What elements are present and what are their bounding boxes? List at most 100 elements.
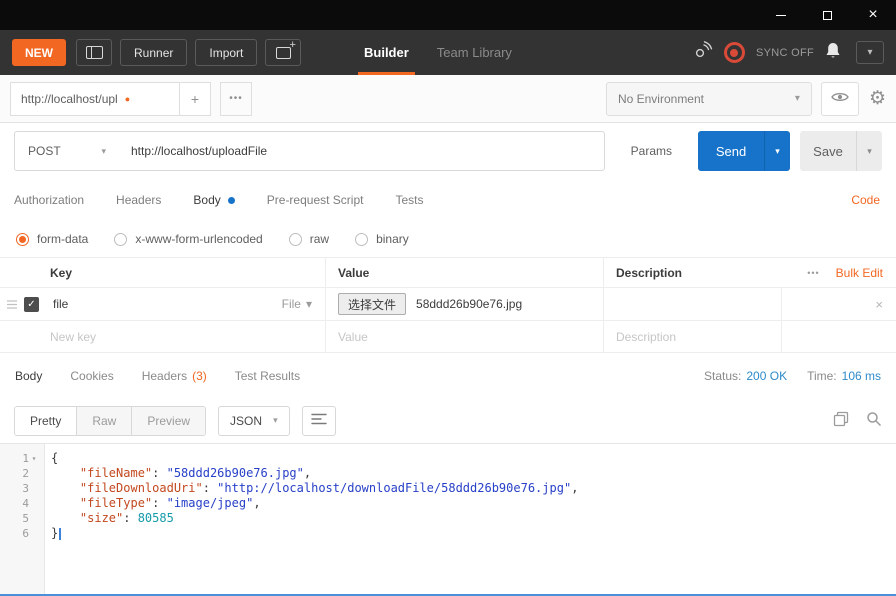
status-badge: 200 OK (746, 368, 788, 383)
radio-binary[interactable]: binary (355, 232, 409, 246)
tab-strip: http://localhost/upl ● + ••• No Environm… (0, 75, 896, 123)
request-editor-tabs: Authorization Headers Body Pre-request S… (0, 179, 896, 221)
radio-raw[interactable]: raw (288, 232, 329, 246)
radio-icon (114, 232, 128, 246)
tab-authorization[interactable]: Authorization (14, 193, 84, 207)
json-separator: : (202, 481, 218, 495)
line-number: 5 (22, 512, 29, 525)
format-select[interactable]: JSON ▾ (218, 405, 290, 436)
response-tab-cookies[interactable]: Cookies (70, 369, 113, 383)
response-tab-test-results[interactable]: Test Results (235, 369, 300, 383)
new-value-input[interactable] (338, 329, 577, 344)
body-type-selector: form-data x-www-form-urlencoded raw bina… (0, 221, 896, 257)
radio-icon (355, 232, 369, 246)
notifications-button[interactable] (825, 42, 841, 63)
new-key-input[interactable] (50, 329, 298, 344)
new-description-input[interactable] (616, 329, 765, 344)
new-window-button[interactable] (265, 39, 302, 66)
headers-count-badge: (3) (192, 368, 207, 383)
header-menu-button[interactable]: ▾ (856, 41, 884, 64)
header-nav: Builder Team Library (350, 30, 526, 75)
maximize-button[interactable] (804, 0, 850, 30)
save-options-button[interactable]: ▾ (856, 131, 882, 171)
environment-select[interactable]: No Environment ▾ (605, 81, 812, 116)
json-brace: { (51, 451, 59, 465)
send-button[interactable]: Send (698, 131, 764, 171)
row-checkbox[interactable]: ✓ (24, 296, 39, 312)
sync-button[interactable] (723, 42, 745, 63)
fold-toggle-icon[interactable]: ▾ (29, 454, 39, 463)
settings-button[interactable]: ⚙ (869, 89, 886, 108)
tab-label: Tests (395, 193, 424, 207)
tab-overflow-button[interactable]: ••• (220, 81, 252, 116)
tab-tests[interactable]: Tests (395, 193, 423, 207)
wrap-lines-button[interactable] (301, 405, 336, 436)
minimize-button[interactable] (758, 0, 804, 30)
runner-button[interactable]: Runner (120, 39, 188, 66)
environment-preview-button[interactable] (820, 81, 859, 116)
view-raw-button[interactable]: Raw (77, 406, 133, 435)
view-pretty-button[interactable]: Pretty (15, 406, 78, 435)
radio-x-www-form-urlencoded[interactable]: x-www-form-urlencoded (114, 232, 263, 246)
code-line: } (51, 526, 896, 541)
generate-code-link[interactable]: Code (851, 193, 880, 207)
view-preview-button[interactable]: Preview (132, 406, 206, 435)
new-button[interactable]: NEW (12, 39, 66, 66)
code-line: "fileDownloadUri": "http://localhost/dow… (51, 481, 896, 496)
tab-pre-request-script[interactable]: Pre-request Script (267, 193, 364, 207)
params-button[interactable]: Params (615, 131, 688, 171)
method-select[interactable]: POST ▾ (15, 132, 119, 170)
choose-file-button[interactable]: 选择文件 (338, 293, 407, 315)
request-tab-title: http://localhost/upl (21, 91, 118, 106)
new-tab-button[interactable]: + (179, 81, 211, 116)
json-separator: : (123, 511, 138, 525)
json-string-value: "image/jpeg" (166, 496, 254, 510)
sidebar-toggle-button[interactable] (76, 39, 112, 66)
url-input[interactable] (119, 132, 604, 170)
eye-icon (831, 91, 849, 106)
request-tab[interactable]: http://localhost/upl ● (10, 81, 180, 116)
formdata-table: Key Value Description ••• Bulk Edit ✓ fi… (0, 257, 896, 353)
search-response-button[interactable] (866, 411, 882, 430)
time-label: Time: (807, 368, 837, 383)
line-number: 6 (22, 527, 29, 540)
copy-response-button[interactable] (833, 411, 849, 430)
app-header: NEW Runner Import Builder Team Library S… (0, 30, 896, 75)
drag-handle[interactable] (0, 297, 17, 312)
code-content[interactable]: { "fileName": "58ddd26b90e76.jpg", "file… (45, 444, 896, 594)
close-icon: × (868, 6, 878, 23)
value-type-label: File (281, 297, 301, 311)
save-button[interactable]: Save (800, 131, 856, 171)
json-string-value: "http://localhost/downloadFile/58ddd26b9… (217, 481, 572, 495)
line-number: 2 (22, 467, 29, 480)
view-mode-segment: Pretty Raw Preview (14, 405, 207, 436)
tab-label: Pre-request Script (266, 193, 364, 207)
drag-handle-icon (7, 297, 17, 312)
table-options-button[interactable]: ••• (807, 268, 819, 278)
value-type-select[interactable]: File ▾ (282, 297, 325, 311)
sidebar-layout-icon (85, 46, 103, 59)
chevron-down-icon: ▾ (775, 145, 780, 156)
interceptor-button[interactable] (691, 40, 713, 65)
remove-row-button[interactable]: × (875, 297, 883, 312)
import-button[interactable]: Import (195, 39, 258, 66)
close-button[interactable]: × (850, 0, 896, 30)
response-toolbar: Pretty Raw Preview JSON ▾ (0, 398, 896, 444)
send-options-button[interactable]: ▾ (764, 131, 790, 171)
tab-headers[interactable]: Headers (116, 193, 161, 207)
bulk-edit-button[interactable]: Bulk Edit (836, 266, 883, 280)
tab-label: Authorization (14, 193, 85, 207)
tab-builder[interactable]: Builder (350, 30, 423, 75)
response-meta: Status: 200 OK Time: 106 ms (704, 369, 881, 383)
response-tabs: Body Cookies Headers (3) Test Results St… (0, 353, 896, 398)
check-icon: ✓ (27, 298, 36, 310)
tab-body[interactable]: Body (193, 193, 235, 207)
table-new-row (0, 321, 896, 353)
radio-form-data[interactable]: form-data (16, 232, 88, 246)
row-key-value[interactable]: file (53, 297, 68, 311)
close-icon: × (875, 296, 883, 312)
response-tab-body[interactable]: Body (15, 369, 42, 383)
response-tab-headers[interactable]: Headers (3) (142, 369, 207, 383)
tab-team-library[interactable]: Team Library (423, 30, 526, 75)
json-separator: : (152, 466, 167, 480)
